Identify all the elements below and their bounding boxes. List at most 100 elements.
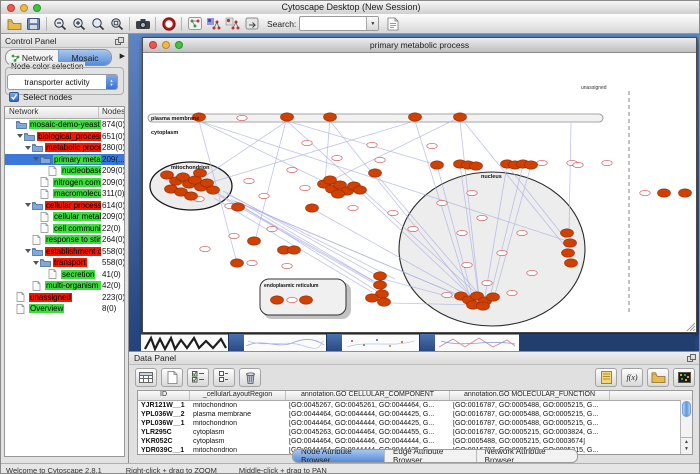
network-node[interactable] [207,186,220,194]
open-icon[interactable] [5,15,24,32]
network-node[interactable] [477,302,490,310]
network-node[interactable] [324,176,337,184]
network-node[interactable] [378,298,391,306]
background-window-2[interactable] [244,334,326,351]
select-attributes-icon[interactable] [187,368,209,387]
matrix-icon[interactable] [673,368,695,387]
tree-row[interactable]: cellular metabol209(0) [5,211,124,223]
network-node[interactable] [564,239,577,247]
select-first-neighbors-icon[interactable] [204,15,223,32]
network-node[interactable] [231,259,244,267]
table-row[interactable]: YLR295Ccytoplasm[GO:0045263, GO:0044464,… [138,428,692,437]
zoom-out-icon[interactable] [50,15,69,32]
tab-overflow-icon[interactable]: ▶ [120,52,125,60]
network-node[interactable] [369,169,382,177]
tab-network-attribute-browser[interactable]: Network Attribute Browser [476,450,577,462]
tree-row[interactable]: establishment of lo558(0) [5,246,124,258]
network-edge[interactable] [245,205,382,286]
attribute-table-icon[interactable] [135,368,157,387]
import-attributes-icon[interactable] [383,15,402,32]
tree-row[interactable]: secretion41(0) [5,269,124,281]
import-file-icon[interactable] [647,368,669,387]
table-row[interactable]: YKR052Ccytoplasm[GO:0044464, GO:0044446,… [138,437,692,446]
search-input[interactable] [300,18,366,29]
network-edge[interactable] [255,117,287,241]
network-node[interactable] [366,294,379,302]
scroll-up-icon[interactable]: ▲ [684,439,689,446]
network-node[interactable] [306,204,319,212]
network-node[interactable] [374,281,387,289]
expand-triangle-icon[interactable] [24,144,32,152]
expand-triangle-icon[interactable] [32,155,40,163]
tree-row[interactable]: metabolic process280(0) [5,142,124,154]
table-row[interactable]: YJR121W__1mitochondrion[GO:0045267, GO:0… [138,401,692,410]
search-dropdown-icon[interactable]: ▼ [366,17,378,30]
tree-row[interactable]: nucleobase-209(0) [5,165,124,177]
select-nodes-icon[interactable] [223,15,242,32]
network-window-titlebar[interactable]: primary metabolic process [143,38,696,53]
network-node[interactable] [487,293,500,301]
unselect-attributes-icon[interactable] [213,368,235,387]
expand-triangle-icon[interactable] [16,132,24,140]
tree-row[interactable]: cell communicat22(0) [5,223,124,235]
tree-row[interactable]: multi-organism pro42(0) [5,280,124,292]
network-node[interactable] [658,189,671,197]
network-edge[interactable] [214,198,372,292]
network-node[interactable] [409,113,422,121]
select-nodes-checkbox[interactable] [9,92,19,102]
network-node[interactable] [431,161,444,169]
tree-row[interactable]: response to stimulu264(0) [5,234,124,246]
network-node[interactable] [562,249,575,257]
background-window-4[interactable] [435,334,519,351]
float-data-panel-icon[interactable] [687,354,696,362]
expand-triangle-icon[interactable] [32,259,40,267]
network-edge[interactable] [325,117,330,183]
delete-attribute-icon[interactable] [239,368,261,387]
expand-triangle-icon[interactable] [24,201,32,209]
network-node[interactable] [565,259,578,267]
zoom-in-icon[interactable] [69,15,88,32]
column-region[interactable]: _cellularLayoutRegion [190,391,286,400]
tree-row[interactable]: cellular process614(0) [5,200,124,212]
network-node[interactable] [324,113,337,121]
tree-row[interactable]: mosaic-demo-yeast874(0) [5,119,124,131]
notes-icon[interactable] [595,368,617,387]
column-id[interactable]: ID [138,391,190,400]
background-window-3[interactable] [342,334,419,351]
tab-node-attribute-browser[interactable]: Node Attribute Browser [293,450,384,462]
zoom-fit-icon[interactable] [107,15,126,32]
tree-row[interactable]: biological_process651(0) [5,131,124,143]
tree-row[interactable]: transport558(0) [5,257,124,269]
tree-row[interactable]: macromolecule311(0) [5,188,124,200]
tree-row[interactable]: nitrogen compo209(0) [5,177,124,189]
network-node[interactable] [679,189,692,197]
network-node[interactable] [525,161,538,169]
scroll-down-icon[interactable]: ▼ [684,446,689,453]
column-cellular-component[interactable]: annotation.GO CELLULAR_COMPONENT [286,391,450,400]
network-node[interactable] [281,113,294,121]
network-node[interactable] [354,186,367,194]
network-edge[interactable] [209,121,415,183]
table-scrollbar[interactable]: ▲▼ [680,400,692,454]
network-node[interactable] [374,272,387,280]
float-panel-icon[interactable] [115,37,124,45]
network-view-window[interactable]: primary metabolic process plasma membran… [142,37,697,333]
network-canvas[interactable]: plasma membrane cytoplasm mitochondrion … [143,53,696,332]
save-icon[interactable] [24,15,43,32]
network-node[interactable] [332,190,345,198]
tree-row[interactable]: primary metabo209(... [5,154,124,166]
network-node[interactable] [185,192,198,200]
table-row[interactable]: YPL036W__1mitochondrion[GO:0044464, GO:0… [138,419,692,428]
expand-triangle-icon[interactable] [24,247,32,255]
scrollbar-thumb[interactable] [682,401,691,417]
node-color-dropdown[interactable]: transporter activity ▲▼ [7,74,118,90]
network-node[interactable] [271,296,284,304]
column-molecular-function[interactable]: annotation.GO MOLECULAR_FUNCTION [450,391,610,400]
help-icon[interactable] [159,15,178,32]
snapshot-icon[interactable] [133,15,152,32]
tree-row[interactable]: Overview8(0) [5,303,124,315]
network-node[interactable] [248,237,261,245]
network-overview-icon[interactable] [185,15,204,32]
tree-column-nodes[interactable]: Nodes [102,107,125,116]
network-node[interactable] [470,162,483,170]
